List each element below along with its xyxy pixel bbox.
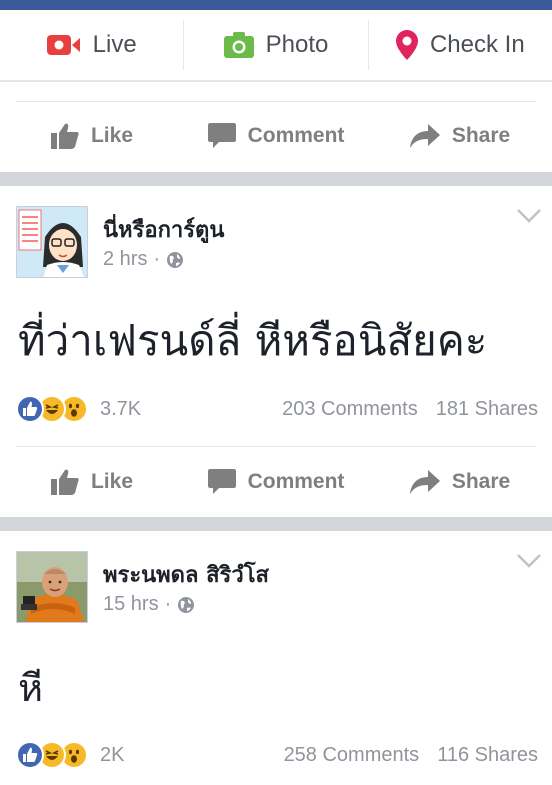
comment-label: Comment [247,470,345,493]
post-meta: 15 hrs · [103,593,195,616]
divider [16,101,536,102]
share-arrow-icon [409,470,440,494]
live-video-icon [46,33,81,57]
post-meta: 2 hrs · [103,248,184,271]
post-author-name[interactable]: นี่หรือการ์ตูน [103,212,224,247]
photo-button[interactable]: Photo [184,17,367,73]
thumbs-up-icon [50,123,79,149]
comment-bubble-icon [207,123,236,149]
shares-count[interactable]: 116 Shares [437,744,538,766]
reactions-summary[interactable]: 3.7K [16,395,141,423]
comment-button[interactable]: Comment [184,123,368,149]
comments-count[interactable]: 203 Comments [282,398,418,420]
reactions-count: 2K [100,743,125,766]
reactions-count: 3.7K [100,397,142,420]
like-label: Like [90,470,134,493]
post-text: ที่ว่าเฟรนด์ลี่ หีหรือนิสัยคะ [18,316,488,365]
share-label: Share [451,124,511,147]
live-label: Live [92,31,137,58]
composer-bar: Live Photo Check In [0,10,552,82]
comment-share-counts: 258 Comments 116 Shares [284,744,538,767]
divider [16,446,536,447]
post-header: นี่หรือการ์ตูน 2 hrs · [0,206,552,286]
thumbs-up-icon [50,469,79,495]
avatar[interactable] [16,551,88,623]
photo-label: Photo [265,31,329,58]
top-nav-bar-edge [0,0,552,10]
like-button[interactable]: Like [0,123,184,149]
comments-count[interactable]: 258 Comments [284,744,420,766]
post-time[interactable]: 15 hrs [103,593,159,616]
post-stats: 2K 258 Comments 116 Shares [0,735,552,775]
share-label: Share [451,470,511,493]
like-reaction-icon [16,741,44,769]
chevron-down-icon[interactable] [516,208,542,229]
share-arrow-icon [409,124,440,148]
feed-separator [0,517,552,531]
reactions-summary[interactable]: 2K [16,741,124,769]
chevron-down-icon[interactable] [516,553,542,574]
feed-separator [0,172,552,186]
comment-share-counts: 203 Comments 181 Shares [282,398,538,421]
post-actions-bar: Like Comment Share [0,450,552,514]
comment-label: Comment [247,124,345,147]
live-button[interactable]: Live [0,17,183,73]
globe-icon [177,596,195,614]
meta-separator: · [164,593,172,615]
checkin-label: Check In [429,31,525,58]
camera-icon [223,32,254,58]
post-author-name[interactable]: พระนพดล สิริวํโส [103,557,269,592]
avatar[interactable] [16,206,88,278]
share-button[interactable]: Share [368,124,552,148]
share-button[interactable]: Share [368,470,552,494]
like-reaction-icon [16,395,44,423]
post-time[interactable]: 2 hrs [103,248,147,271]
globe-icon [166,251,184,269]
comment-button[interactable]: Comment [184,469,368,495]
post-actions-bar: Like Comment Share [0,104,552,168]
post-stats: 3.7K 203 Comments 181 Shares [0,389,552,429]
comment-bubble-icon [207,469,236,495]
post-header: พระนพดล สิริวํโส 15 hrs · [0,551,552,631]
post-text: หี [18,666,44,710]
checkin-button[interactable]: Check In [369,17,552,73]
like-label: Like [90,124,134,147]
meta-separator: · [153,248,161,270]
location-pin-icon [395,30,418,60]
like-button[interactable]: Like [0,469,184,495]
shares-count[interactable]: 181 Shares [436,398,538,420]
